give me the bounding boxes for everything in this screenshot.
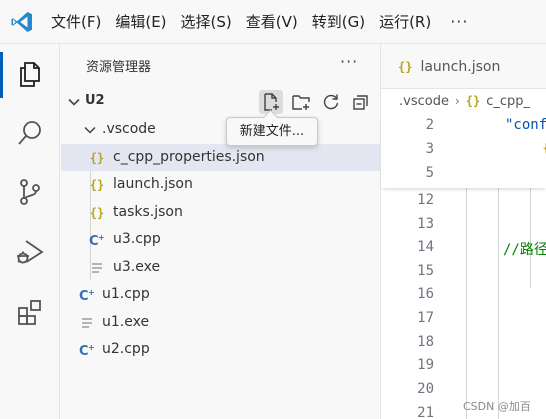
menu-more-button[interactable]: ··· bbox=[438, 12, 480, 31]
json-icon: {} bbox=[89, 206, 105, 220]
menu-file[interactable]: 文件(F) bbox=[44, 0, 108, 44]
watermark-text: CSDN @加百 bbox=[463, 400, 531, 413]
line-number: 3 bbox=[425, 141, 434, 157]
breadcrumb: .vscode › {} c_cpp_ bbox=[381, 89, 546, 113]
indent-guide bbox=[498, 188, 499, 419]
svg-text:+: + bbox=[88, 288, 95, 297]
new-folder-icon[interactable] bbox=[289, 90, 313, 114]
line-number: 14 bbox=[417, 239, 434, 255]
svg-text:+: + bbox=[88, 343, 95, 352]
tree-label: u2.cpp bbox=[102, 341, 150, 357]
chevron-down-icon bbox=[81, 121, 99, 139]
tree-label: .vscode bbox=[102, 121, 156, 137]
extensions-icon[interactable] bbox=[0, 284, 60, 340]
chevron-down-icon bbox=[67, 94, 81, 113]
json-icon: {} bbox=[89, 151, 105, 165]
tree-file-launch[interactable]: {} launch.json bbox=[61, 171, 380, 198]
activity-bar bbox=[0, 44, 60, 419]
line-number: 16 bbox=[417, 286, 434, 302]
tree-folder-vscode[interactable]: .vscode bbox=[61, 116, 380, 143]
line-number: 15 bbox=[417, 263, 434, 279]
breadcrumb-item[interactable]: .vscode bbox=[399, 94, 449, 109]
code-line: { bbox=[542, 141, 546, 157]
tree-file-u3-exe[interactable]: u3.exe bbox=[61, 254, 380, 281]
line-number: 21 bbox=[417, 405, 434, 419]
exe-icon bbox=[88, 259, 106, 277]
tree-label: c_cpp_properties.json bbox=[113, 149, 265, 165]
tree-label: launch.json bbox=[113, 176, 193, 192]
menu-view[interactable]: 查看(V) bbox=[239, 0, 305, 44]
line-number: 19 bbox=[417, 357, 434, 373]
source-control-icon[interactable] bbox=[0, 164, 60, 220]
json-icon: {} bbox=[89, 178, 105, 192]
collapse-all-icon[interactable] bbox=[349, 90, 373, 114]
vscode-window: 文件(F) 编辑(E) 选择(S) 查看(V) 转到(G) 运行(R) ··· bbox=[0, 0, 546, 419]
sticky-scroll: 2 "conf 3 { 5 bbox=[381, 114, 546, 188]
indent-guide bbox=[530, 188, 531, 288]
cpp-icon: C + bbox=[78, 286, 96, 304]
breadcrumb-item[interactable]: c_cpp_ bbox=[486, 94, 530, 109]
json-icon: {} bbox=[398, 59, 413, 74]
menu-go[interactable]: 转到(G) bbox=[305, 0, 372, 44]
tree-file-tasks[interactable]: {} tasks.json bbox=[61, 199, 380, 226]
tree-label: u3.exe bbox=[113, 259, 161, 275]
search-icon[interactable] bbox=[0, 105, 60, 161]
menu-edit[interactable]: 编辑(E) bbox=[108, 0, 173, 44]
tree-label: u1.exe bbox=[102, 314, 150, 330]
menu-bar: 文件(F) 编辑(E) 选择(S) 查看(V) 转到(G) 运行(R) ··· bbox=[0, 0, 546, 44]
tree-label: tasks.json bbox=[113, 204, 183, 220]
tab-label: launch.json bbox=[420, 58, 501, 75]
run-debug-icon[interactable] bbox=[0, 224, 60, 280]
exe-icon bbox=[78, 314, 96, 332]
refresh-icon[interactable] bbox=[319, 90, 343, 114]
tab-launch-json[interactable]: {} launch.json bbox=[381, 44, 546, 89]
sidebar-title: 资源管理器 bbox=[86, 60, 152, 75]
menu-run[interactable]: 运行(R) bbox=[372, 0, 438, 44]
explorer-icon[interactable] bbox=[0, 46, 60, 102]
json-icon: {} bbox=[465, 94, 481, 108]
cpp-icon: C + bbox=[78, 341, 96, 359]
tree-file-u3-cpp[interactable]: C + u3.cpp bbox=[61, 226, 380, 253]
cpp-icon: C + bbox=[88, 231, 106, 249]
new-file-tooltip: 新建文件... bbox=[226, 117, 318, 146]
tree-file-u1-exe[interactable]: u1.exe bbox=[61, 309, 380, 336]
line-number: 5 bbox=[425, 165, 434, 181]
workspace-root-label: U2 bbox=[85, 93, 105, 108]
line-number: 18 bbox=[417, 334, 434, 350]
line-number: 17 bbox=[417, 310, 434, 326]
root-actions bbox=[259, 90, 373, 114]
vscode-logo-icon bbox=[0, 0, 44, 44]
tree-file-u2-cpp[interactable]: C + u2.cpp bbox=[61, 336, 380, 363]
explorer-sidebar: 资源管理器 ··· U2 .vscode {} c_cpp_properties… bbox=[61, 44, 380, 419]
tree-file-u1-cpp[interactable]: C + u1.cpp bbox=[61, 281, 380, 308]
tree-label: u3.cpp bbox=[113, 231, 161, 247]
menu-selection[interactable]: 选择(S) bbox=[174, 0, 239, 44]
line-number: 2 bbox=[425, 117, 434, 133]
line-number: 20 bbox=[417, 381, 434, 397]
code-line: "conf bbox=[505, 117, 546, 133]
svg-text:+: + bbox=[98, 233, 105, 242]
workspace-root[interactable]: U2 bbox=[61, 90, 380, 114]
line-number: 12 bbox=[417, 192, 434, 208]
line-number: 13 bbox=[417, 216, 434, 232]
tree-file-c-cpp-properties[interactable]: {} c_cpp_properties.json bbox=[61, 144, 380, 171]
indent-guide bbox=[466, 188, 467, 419]
sidebar-more-button[interactable]: ··· bbox=[340, 52, 358, 71]
editor-area: {} launch.json .vscode › {} c_cpp_ 2 "co… bbox=[380, 44, 546, 419]
tab-bar: {} launch.json bbox=[381, 44, 546, 89]
chevron-right-icon: › bbox=[454, 94, 460, 108]
tree-label: u1.cpp bbox=[102, 286, 150, 302]
code-comment: //路径 bbox=[503, 242, 546, 258]
